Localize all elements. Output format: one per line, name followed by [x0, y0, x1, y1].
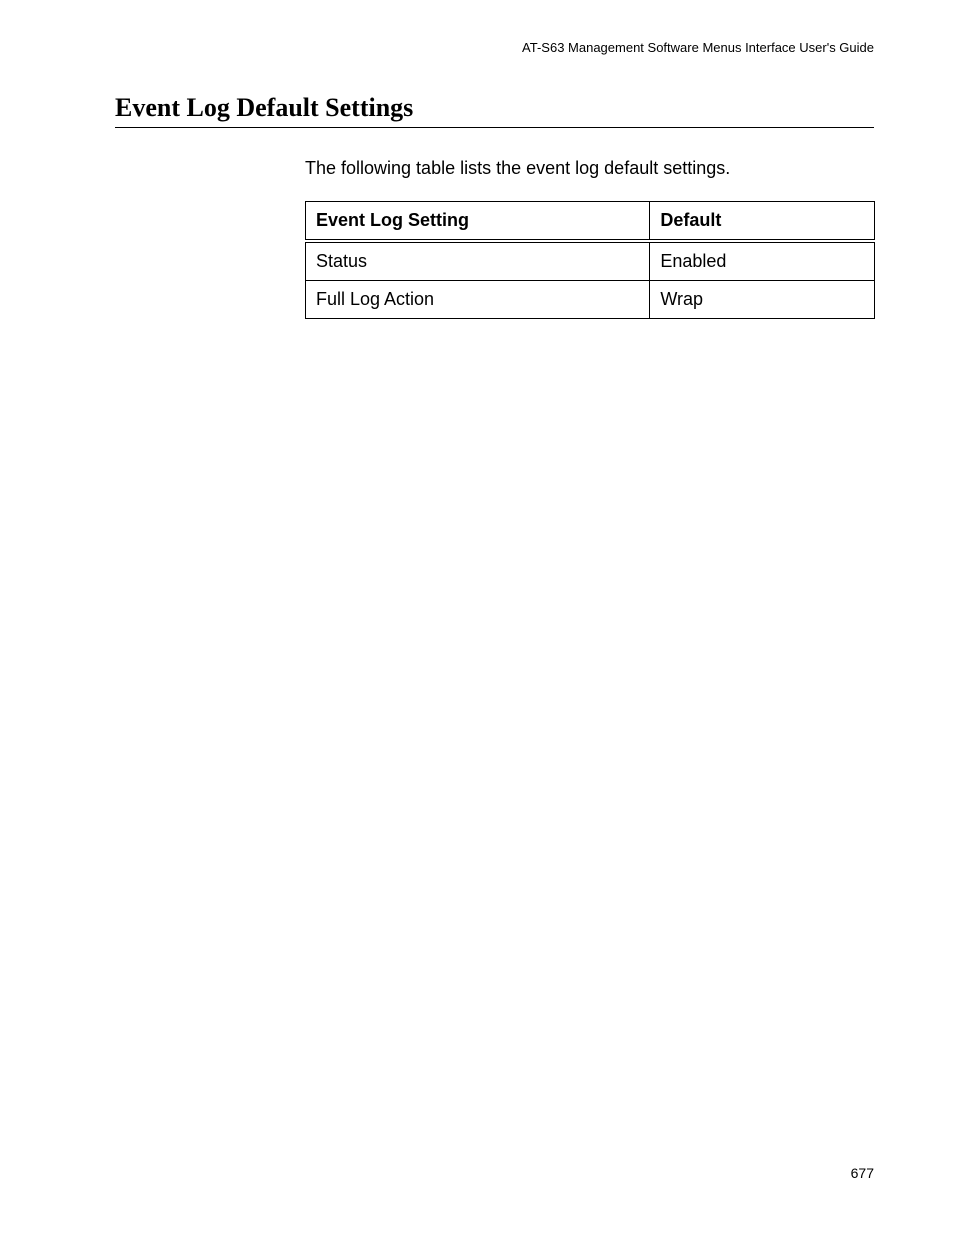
running-header: AT-S63 Management Software Menus Interfa…: [115, 40, 874, 55]
table-cell-setting: Full Log Action: [306, 281, 650, 319]
table-header-row: Event Log Setting Default: [306, 202, 875, 242]
section-title: Event Log Default Settings: [115, 93, 874, 128]
table-cell-setting: Status: [306, 241, 650, 281]
table-header-default: Default: [650, 202, 875, 242]
page-number: 677: [851, 1165, 874, 1181]
table-cell-default: Enabled: [650, 241, 875, 281]
intro-paragraph: The following table lists the event log …: [305, 158, 874, 179]
table-row: Full Log Action Wrap: [306, 281, 875, 319]
table-row: Status Enabled: [306, 241, 875, 281]
settings-table: Event Log Setting Default Status Enabled…: [305, 201, 875, 319]
table-cell-default: Wrap: [650, 281, 875, 319]
table-header-setting: Event Log Setting: [306, 202, 650, 242]
